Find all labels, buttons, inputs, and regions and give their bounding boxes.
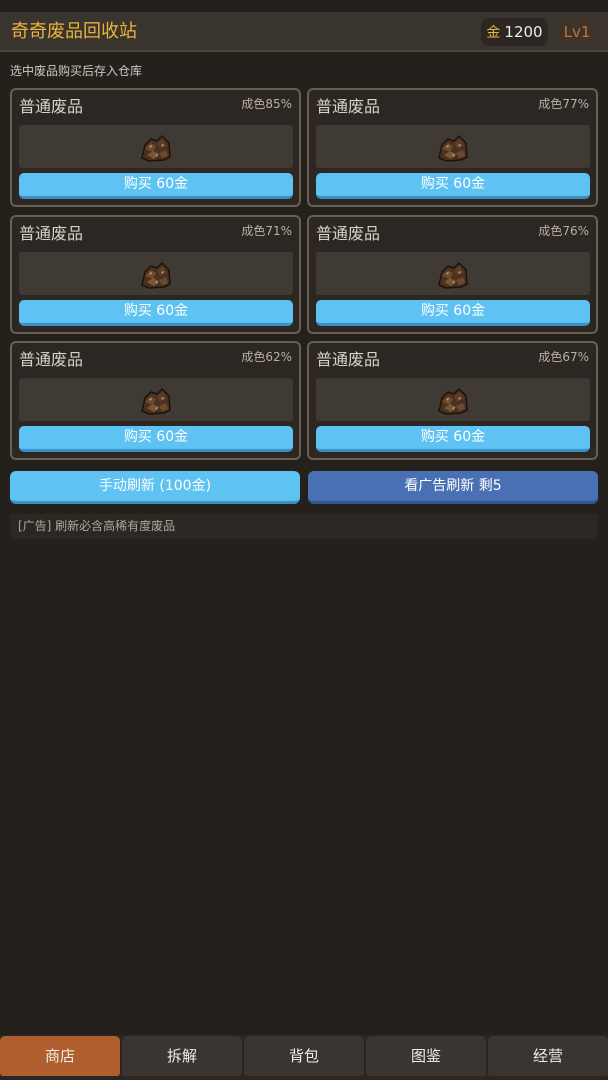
manual-refresh-button[interactable]: 手动刷新 (100金) [10, 471, 300, 504]
gold-amount: 1200 [504, 23, 543, 41]
tab-business[interactable]: 经营 [488, 1036, 608, 1076]
item-quality: 成色76% [538, 224, 589, 238]
junk-pile-icon [438, 387, 468, 415]
junk-card: 普通废品 成色62% 购买 60金 [10, 341, 301, 460]
junk-pile-icon [141, 387, 171, 415]
junk-card: 普通废品 成色77% 购买 60金 [307, 88, 598, 207]
junk-pile-icon [141, 134, 171, 162]
ad-refresh-button[interactable]: 看广告刷新 剩5 [308, 471, 598, 504]
junk-card: 普通废品 成色76% 购买 60金 [307, 215, 598, 334]
item-name: 普通废品 [316, 224, 381, 243]
item-name: 普通废品 [19, 350, 84, 369]
item-name: 普通废品 [316, 97, 381, 116]
junk-pile-icon [438, 261, 468, 289]
shop-hint: 选中废品购买后存入仓库 [10, 64, 143, 78]
item-quality: 成色85% [241, 97, 292, 111]
app-title: 奇奇废品回收站 [11, 21, 137, 42]
level-badge: Lv1 [557, 18, 597, 46]
bottom-nav: 商店 拆解 背包 图鉴 经营 [0, 1035, 608, 1080]
junk-card: 普通废品 成色71% 购买 60金 [10, 215, 301, 334]
gold-currency-label: 金 [486, 25, 501, 41]
tab-backpack[interactable]: 背包 [244, 1036, 364, 1076]
item-slot [316, 252, 590, 295]
buy-button[interactable]: 购买 60金 [19, 173, 293, 199]
tab-collection[interactable]: 图鉴 [366, 1036, 486, 1076]
buy-button[interactable]: 购买 60金 [316, 426, 590, 452]
item-quality: 成色71% [241, 224, 292, 238]
top-bar: 奇奇废品回收站 金 1200 Lv1 [0, 12, 608, 52]
item-slot [19, 125, 293, 168]
buy-button[interactable]: 购买 60金 [316, 300, 590, 326]
junk-pile-icon [438, 134, 468, 162]
item-quality: 成色62% [241, 350, 292, 364]
buy-button[interactable]: 购买 60金 [19, 300, 293, 326]
item-name: 普通废品 [316, 350, 381, 369]
tab-shop[interactable]: 商店 [0, 1036, 120, 1076]
buy-button[interactable]: 购买 60金 [19, 426, 293, 452]
ad-notice: [广告] 刷新必含高稀有度废品 [10, 514, 598, 539]
item-name: 普通废品 [19, 224, 84, 243]
item-quality: 成色77% [538, 97, 589, 111]
item-slot [19, 252, 293, 295]
buy-button[interactable]: 购买 60金 [316, 173, 590, 199]
tab-dismantle[interactable]: 拆解 [122, 1036, 242, 1076]
gold-counter: 金 1200 [481, 18, 548, 46]
item-quality: 成色67% [538, 350, 589, 364]
item-slot [316, 378, 590, 421]
junk-pile-icon [141, 261, 171, 289]
junk-card: 普通废品 成色67% 购买 60金 [307, 341, 598, 460]
item-slot [316, 125, 590, 168]
item-slot [19, 378, 293, 421]
junk-card: 普通废品 成色85% 购买 60金 [10, 88, 301, 207]
item-name: 普通废品 [19, 97, 84, 116]
